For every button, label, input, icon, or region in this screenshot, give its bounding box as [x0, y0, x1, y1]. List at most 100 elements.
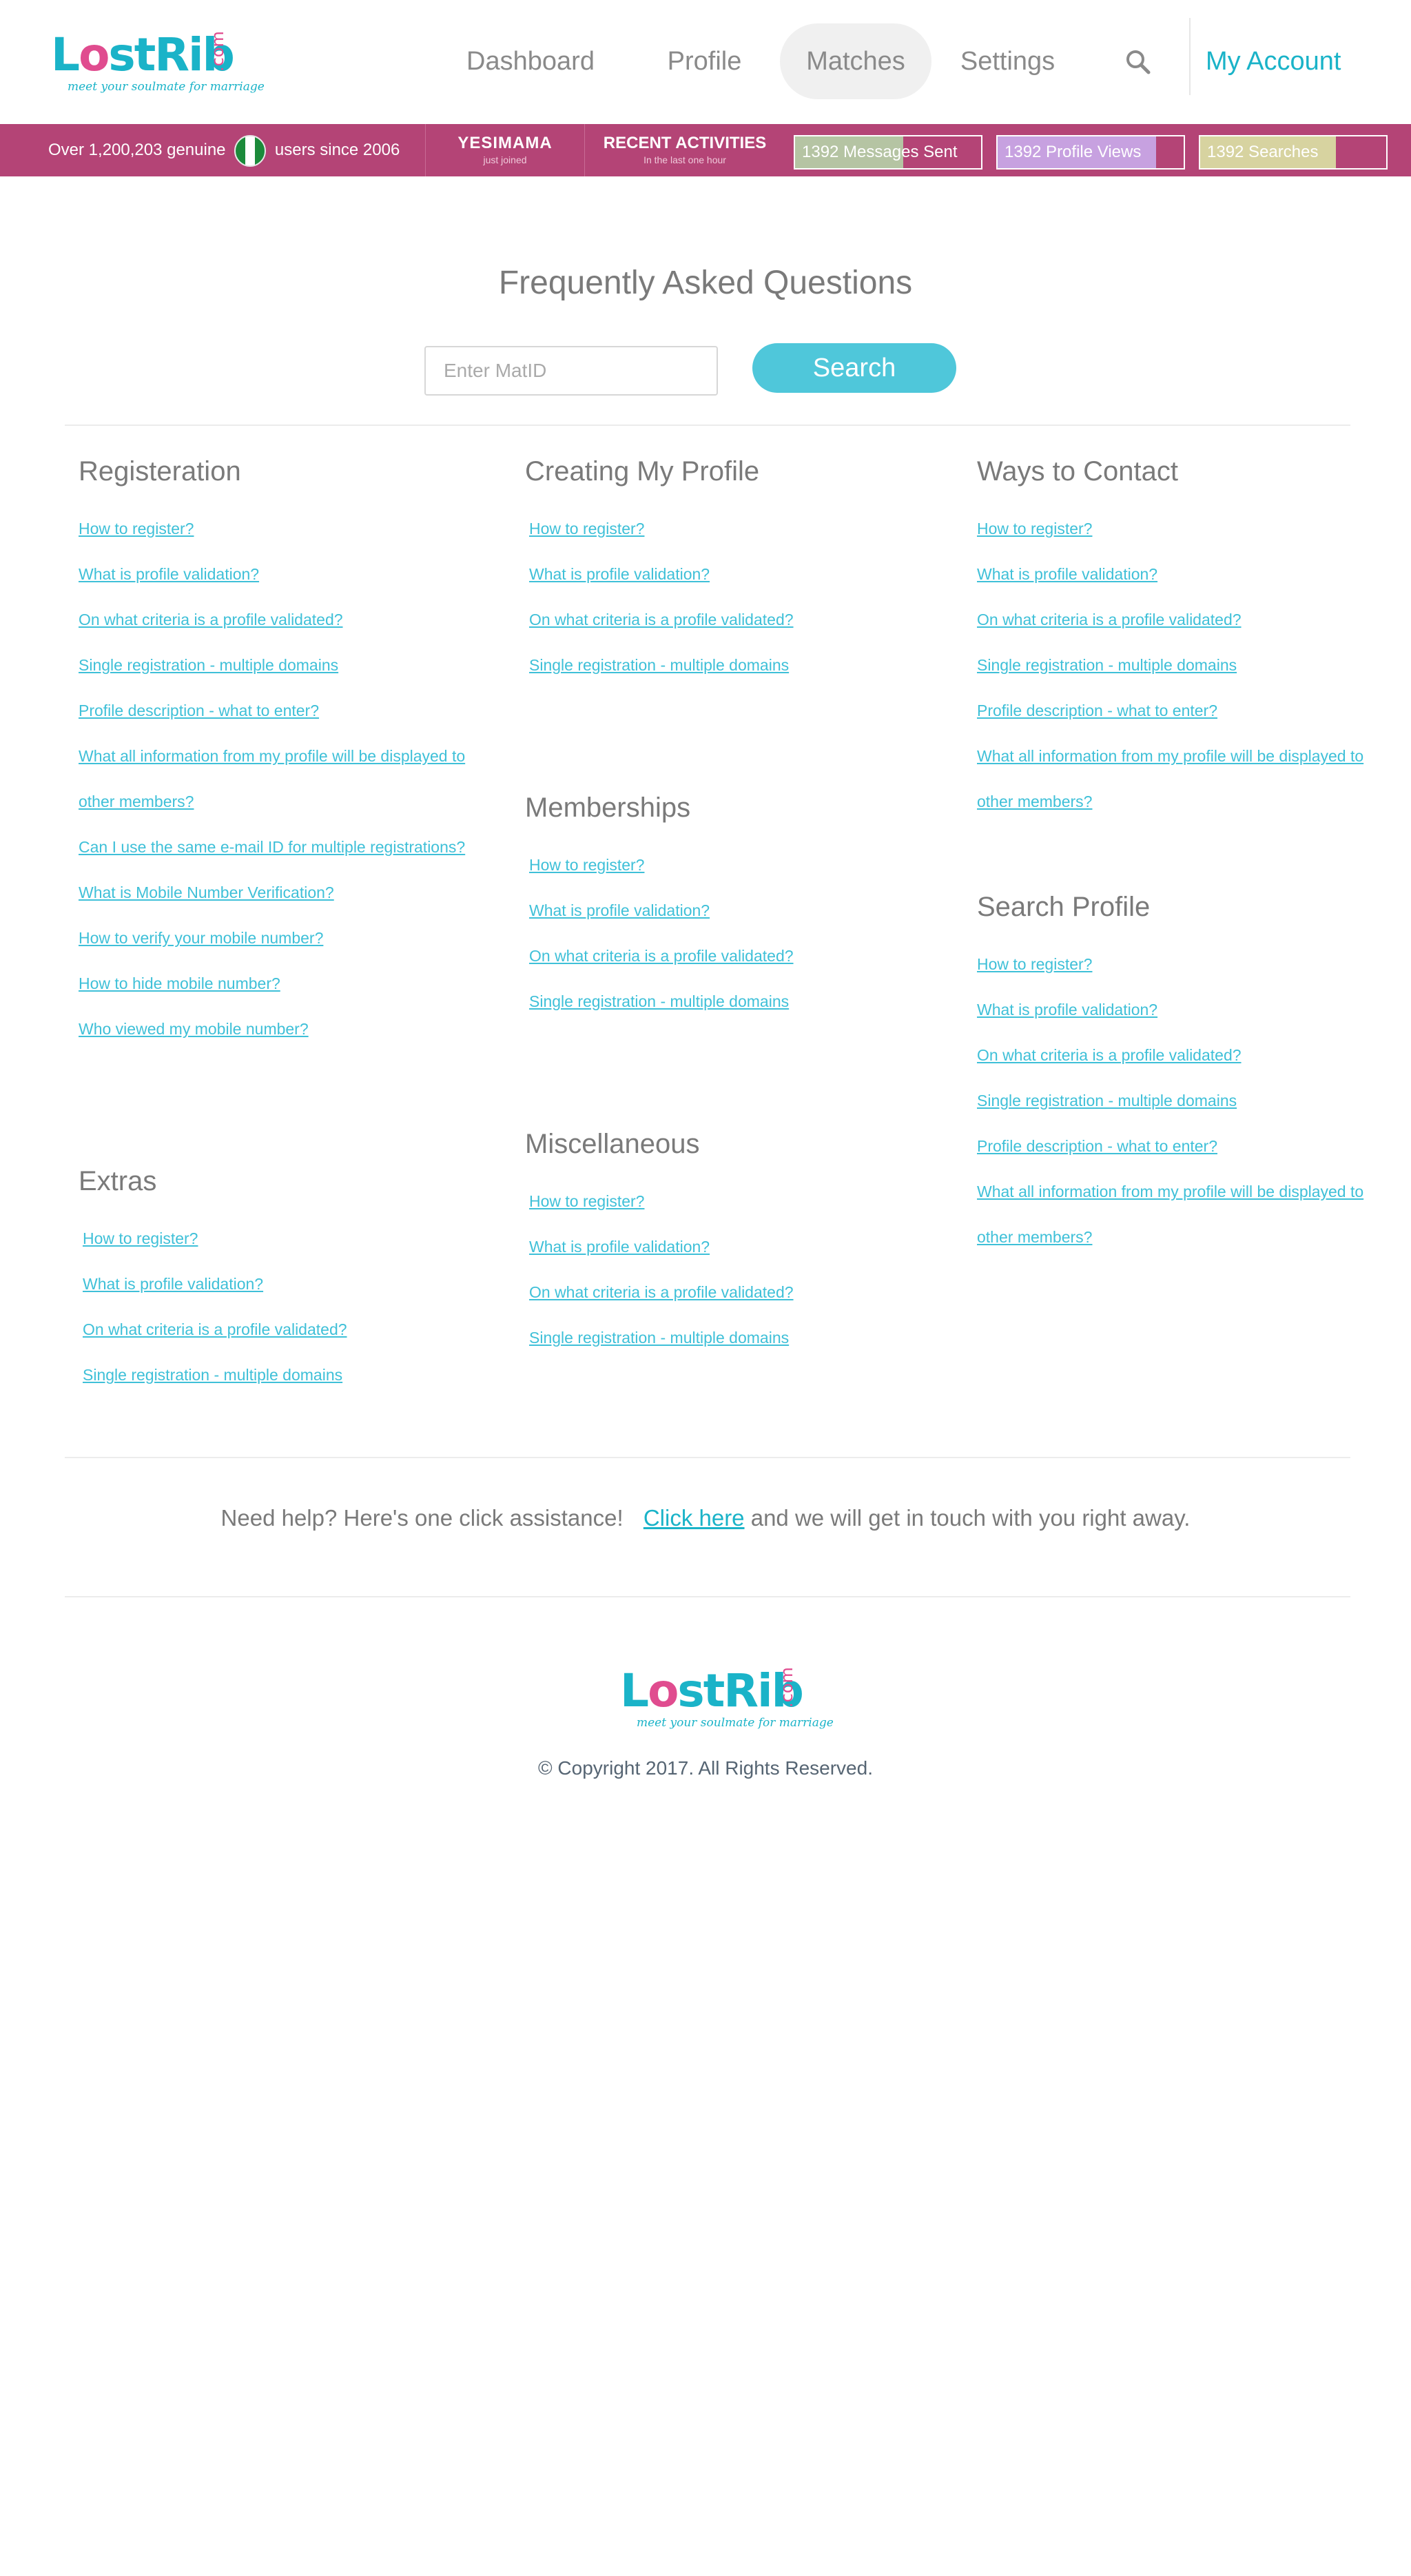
faq-link[interactable]: Who viewed my mobile number? [79, 1006, 485, 1052]
nav-divider [1189, 18, 1191, 95]
faq-link[interactable]: On what criteria is a profile validated? [83, 1307, 485, 1352]
faq-link[interactable]: How to register? [529, 842, 931, 888]
recent-activities-title: RECENT ACTIVITIES [603, 134, 767, 152]
recent-activities: RECENT ACTIVITIES In the last one hour [585, 134, 785, 165]
help-prefix: Need help? Here's one click assistance! [220, 1505, 624, 1531]
faq-section-memberships: Memberships How to register? What is pro… [525, 791, 931, 1024]
logo-domain: .com [208, 31, 227, 72]
search-icon[interactable] [1122, 45, 1156, 80]
matid-input[interactable] [424, 346, 718, 396]
faq-link-list: How to register? What is profile validat… [79, 1216, 485, 1398]
messages-sent-stat: 1392 Messages Sent [794, 135, 982, 170]
faq-section-search-profile: Search Profile How to register? What is … [977, 890, 1383, 1260]
faq-link[interactable]: How to register? [977, 941, 1383, 987]
search-button[interactable]: Search [752, 343, 956, 393]
faq-link[interactable]: What is profile validation? [79, 551, 485, 597]
top-header: LostRib .com meet your soulmate for marr… [0, 0, 1411, 124]
faq-link[interactable]: How to register? [529, 506, 931, 551]
divider [65, 425, 1350, 426]
faq-link[interactable]: How to hide mobile number? [79, 961, 485, 1006]
users-count-suffix: users since 2006 [274, 141, 400, 159]
faq-link[interactable]: What is profile validation? [529, 1224, 931, 1269]
faq-link[interactable]: On what criteria is a profile validated? [977, 597, 1383, 642]
faq-link[interactable]: Single registration - multiple domains [977, 1078, 1383, 1123]
faq-section-registration: Registeration How to register? What is p… [79, 455, 485, 1052]
faq-link[interactable]: What all information from my profile wil… [977, 1169, 1383, 1260]
logo-wordmark: LostRib [51, 28, 235, 81]
copyright: © Copyright 2017. All Rights Reserved. [538, 1757, 873, 1779]
faq-link[interactable]: On what criteria is a profile validated? [529, 597, 931, 642]
joined-caption: just joined [483, 154, 527, 165]
profile-views-stat: 1392 Profile Views [996, 135, 1185, 170]
searches-label: 1392 Searches [1207, 143, 1319, 161]
footer-logo[interactable]: LostRib .com meet your soulmate for marr… [620, 1664, 834, 1732]
help-suffix: and we will get in touch with you right … [750, 1505, 1191, 1531]
faq-link[interactable]: On what criteria is a profile validated? [529, 933, 931, 979]
logo-domain: .com [777, 1667, 796, 1708]
faq-link-list: How to register? What is profile validat… [525, 506, 931, 688]
faq-link[interactable]: What is Mobile Number Verification? [79, 870, 485, 915]
page-title: Frequently Asked Questions [498, 265, 913, 301]
faq-link[interactable]: What is profile validation? [529, 551, 931, 597]
nav-matches[interactable]: Matches [780, 23, 931, 99]
faq-link[interactable]: How to register? [79, 506, 485, 551]
faq-link[interactable]: How to register? [83, 1216, 485, 1261]
faq-link[interactable]: Profile description - what to enter? [79, 688, 485, 733]
faq-link-list: How to register? What is profile validat… [977, 506, 1383, 824]
faq-link[interactable]: Profile description - what to enter? [977, 1123, 1383, 1169]
faq-link[interactable]: Single registration - multiple domains [977, 642, 1383, 688]
faq-link[interactable]: Profile description - what to enter? [977, 688, 1383, 733]
faq-link[interactable]: How to verify your mobile number? [79, 915, 485, 961]
faq-link[interactable]: How to register? [977, 506, 1383, 551]
faq-link[interactable]: What all information from my profile wil… [977, 733, 1383, 824]
divider [65, 1596, 1350, 1597]
faq-link-list: How to register? What is profile validat… [525, 1178, 931, 1360]
users-count: Over 1,200,203 genuine users since 2006 [48, 124, 400, 176]
logo-wordmark: LostRib [620, 1664, 804, 1717]
faq-section-extras: Extras How to register? What is profile … [79, 1165, 485, 1398]
faq-link[interactable]: How to register? [529, 1178, 931, 1224]
faq-link[interactable]: Single registration - multiple domains [529, 1315, 931, 1360]
just-joined[interactable]: YESIMAMA just joined [426, 134, 584, 165]
faq-section-miscellaneous: Miscellaneous How to register? What is p… [525, 1127, 931, 1360]
faq-link[interactable]: Can I use the same e-mail ID for multipl… [79, 824, 485, 870]
logo-tagline: meet your soulmate for marriage [637, 1716, 834, 1730]
section-title: Miscellaneous [525, 1129, 700, 1159]
nav-dashboard[interactable]: Dashboard [455, 23, 606, 99]
click-here-link[interactable]: Click here [643, 1505, 745, 1531]
faq-link[interactable]: What is profile validation? [977, 987, 1383, 1032]
section-title: Extras [79, 1166, 157, 1196]
faq-link[interactable]: On what criteria is a profile validated? [977, 1032, 1383, 1078]
nav-profile[interactable]: Profile [641, 23, 768, 99]
faq-link[interactable]: On what criteria is a profile validated? [79, 597, 485, 642]
section-title: Ways to Contact [977, 456, 1178, 487]
joined-username[interactable]: YESIMAMA [426, 134, 584, 153]
faq-link[interactable]: Single registration - multiple domains [529, 642, 931, 688]
users-count-prefix: Over 1,200,203 genuine [48, 141, 226, 159]
section-title: Memberships [525, 793, 691, 823]
section-title: Creating My Profile [525, 456, 760, 487]
faq-section-creating-profile: Creating My Profile How to register? Wha… [525, 455, 931, 688]
faq-link[interactable]: What all information from my profile wil… [79, 733, 485, 824]
faq-link[interactable]: What is profile validation? [529, 888, 931, 933]
divider [65, 1457, 1350, 1458]
nav-settings[interactable]: Settings [944, 23, 1071, 99]
stats-bar: Over 1,200,203 genuine users since 2006 … [0, 124, 1411, 176]
help-banner: Need help? Here's one click assistance! … [0, 1505, 1411, 1531]
site-logo[interactable]: LostRib .com meet your soulmate for marr… [51, 28, 265, 96]
faq-link[interactable]: Single registration - multiple domains [79, 642, 485, 688]
faq-link[interactable]: On what criteria is a profile validated? [529, 1269, 931, 1315]
searches-stat: 1392 Searches [1199, 135, 1388, 170]
faq-link[interactable]: Single registration - multiple domains [83, 1352, 485, 1398]
faq-section-ways-to-contact: Ways to Contact How to register? What is… [977, 455, 1383, 824]
recent-activities-caption: In the last one hour [643, 154, 726, 165]
faq-link[interactable]: What is profile validation? [83, 1261, 485, 1307]
faq-link-list: How to register? What is profile validat… [79, 506, 485, 1052]
messages-sent-label: 1392 Messages Sent [802, 143, 958, 161]
faq-link-list: How to register? What is profile validat… [977, 941, 1383, 1260]
faq-link[interactable]: What is profile validation? [977, 551, 1383, 597]
section-title: Registeration [79, 456, 241, 487]
nav-my-account[interactable]: My Account [1206, 23, 1341, 99]
profile-views-label: 1392 Profile Views [1005, 143, 1142, 161]
faq-link[interactable]: Single registration - multiple domains [529, 979, 931, 1024]
